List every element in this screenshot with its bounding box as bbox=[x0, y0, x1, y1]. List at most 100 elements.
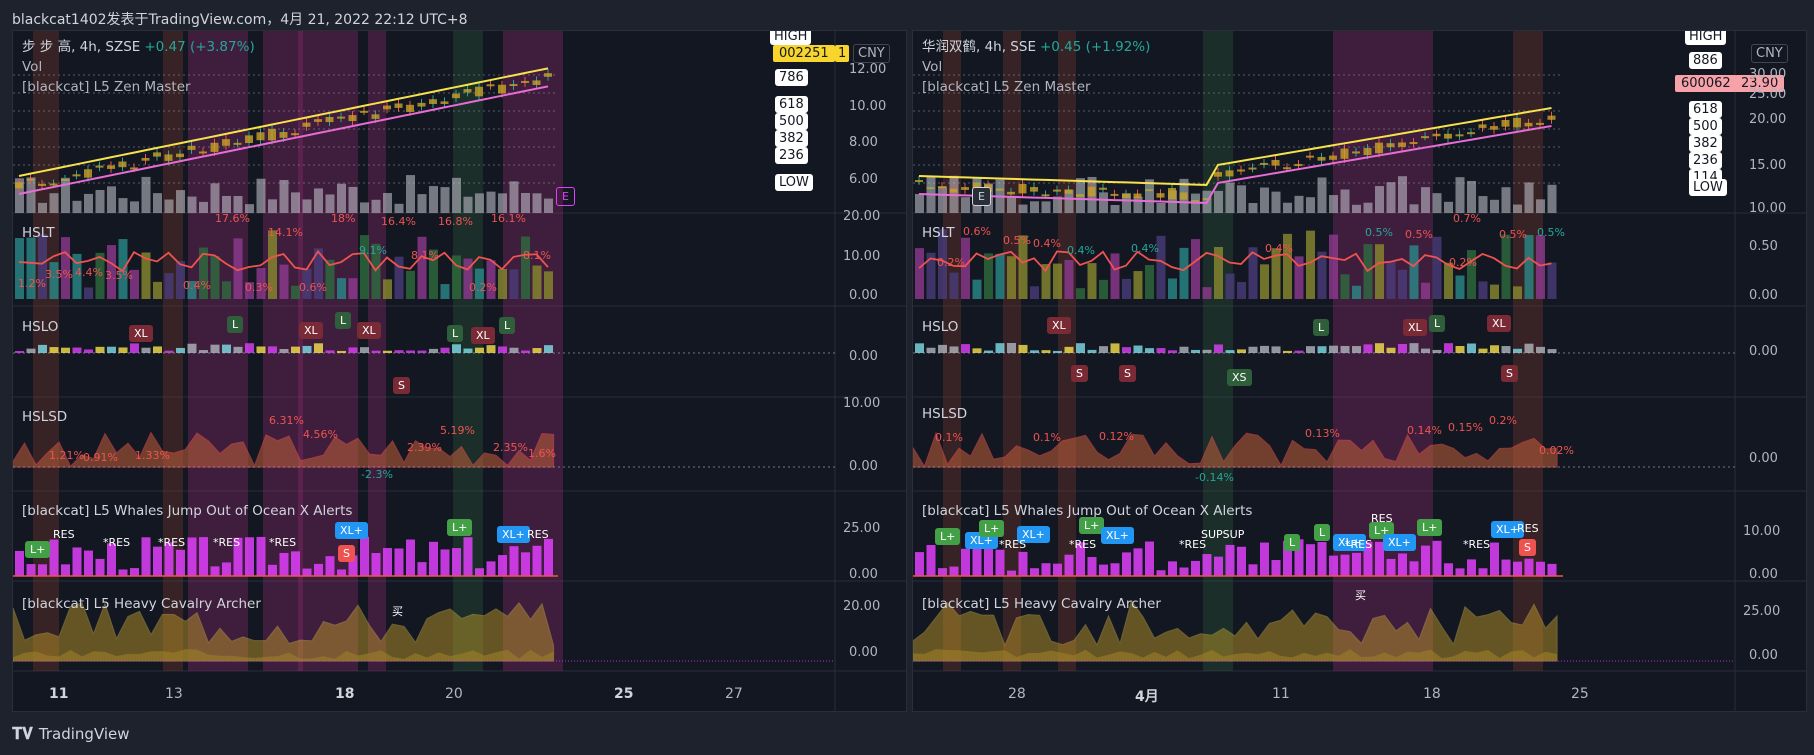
hslt-bar bbox=[1053, 263, 1062, 299]
hslo-badge: XL bbox=[357, 322, 381, 339]
whale-bar bbox=[1053, 563, 1062, 576]
hslt-bar bbox=[84, 287, 93, 299]
candle-body bbox=[1214, 172, 1222, 177]
pane-label-archer[interactable]: [blackcat] L5 Heavy Cavalry Archer bbox=[22, 596, 261, 612]
whale-bar bbox=[314, 563, 323, 576]
candle-body bbox=[926, 187, 935, 190]
volume-bar bbox=[475, 193, 484, 213]
hslt-bar bbox=[1202, 287, 1212, 299]
candle-body bbox=[72, 174, 81, 177]
hslt-bar bbox=[1076, 288, 1085, 299]
volume-bar bbox=[1156, 202, 1166, 213]
footer: 𝐓𝐕 TradingView bbox=[12, 724, 130, 744]
hslo-bar bbox=[1225, 350, 1235, 353]
pane-label-hslsd[interactable]: HSLSD bbox=[922, 406, 967, 422]
volume-bar bbox=[1421, 187, 1430, 213]
pane-label-hslt[interactable]: HSLT bbox=[922, 225, 955, 241]
candle-body bbox=[1513, 117, 1521, 128]
hslt-bar bbox=[1007, 256, 1016, 299]
hslo-bar bbox=[915, 343, 924, 353]
whale-bar bbox=[72, 547, 82, 576]
candle-body bbox=[995, 188, 1004, 191]
hslt-bar bbox=[222, 281, 231, 299]
fib-tag-382: 382 bbox=[775, 130, 808, 147]
hslo-bar bbox=[1329, 345, 1338, 353]
candle-body bbox=[452, 93, 460, 99]
currency-button[interactable]: CNY bbox=[853, 44, 890, 63]
fib-tag-500: 500 bbox=[1689, 118, 1722, 135]
pane-label-hslsd[interactable]: HSLSD bbox=[22, 409, 67, 425]
whale-bar bbox=[1340, 554, 1350, 576]
candle-body bbox=[15, 182, 23, 189]
whale-bar bbox=[1099, 564, 1108, 576]
candle-body bbox=[1260, 162, 1268, 165]
candle-body bbox=[210, 142, 219, 152]
candle-body bbox=[49, 183, 58, 186]
hslsd-label: 0.2% bbox=[1489, 414, 1517, 427]
hslt-bar bbox=[972, 279, 982, 299]
hslt-bar bbox=[521, 236, 530, 299]
whale-bar bbox=[302, 568, 312, 576]
hslsd-label: -0.14% bbox=[1195, 471, 1234, 484]
volume-bar bbox=[1386, 182, 1396, 213]
volume-bar bbox=[1237, 185, 1246, 213]
volume-bar bbox=[406, 175, 415, 213]
pane-label-hslt[interactable]: HSLT bbox=[22, 225, 55, 241]
pane-label-whales[interactable]: [blackcat] L5 Whales Jump Out of Ocean X… bbox=[22, 503, 352, 519]
whale-bar bbox=[26, 564, 36, 576]
pane-label-hslo[interactable]: HSLO bbox=[22, 319, 58, 335]
study-label[interactable]: [blackcat] L5 Zen Master bbox=[22, 77, 255, 97]
pane-label-archer[interactable]: [blackcat] L5 Heavy Cavalry Archer bbox=[922, 596, 1161, 612]
e-marker[interactable]: E bbox=[556, 187, 575, 206]
hslo-bar bbox=[1168, 350, 1177, 353]
candle-body bbox=[233, 142, 242, 145]
hslt-bar bbox=[1455, 275, 1465, 299]
hslo-bar bbox=[394, 350, 404, 353]
volume-bar bbox=[291, 192, 300, 213]
whale-bar bbox=[1064, 554, 1074, 576]
study-label[interactable]: [blackcat] L5 Zen Master bbox=[922, 77, 1150, 97]
hslo-bar bbox=[1513, 348, 1522, 353]
vol-label[interactable]: Vol bbox=[22, 57, 255, 77]
hslo-bar bbox=[429, 348, 438, 353]
hslt-bar bbox=[164, 273, 174, 299]
hslo-bar bbox=[406, 350, 415, 353]
candle-body bbox=[1053, 189, 1061, 192]
whale-bar bbox=[371, 553, 381, 576]
candle-body bbox=[440, 101, 449, 104]
candle-body bbox=[176, 153, 184, 158]
volume-bar bbox=[1501, 187, 1511, 213]
vol-label[interactable]: Vol bbox=[922, 57, 1150, 77]
hslsd-label: 0.15% bbox=[1448, 421, 1483, 434]
hslt-label: 0.4% bbox=[1033, 237, 1061, 250]
symbol-label[interactable]: 华润双鹤, 4h, SSE bbox=[922, 39, 1036, 55]
hslo-badge: XL bbox=[129, 325, 153, 342]
candle-body bbox=[141, 157, 150, 161]
candle-body bbox=[383, 105, 391, 110]
hslo-bar bbox=[118, 347, 128, 353]
x-axis-label: 11 bbox=[1272, 686, 1290, 702]
hslo-bar bbox=[1283, 350, 1292, 353]
candle-body bbox=[1099, 187, 1107, 190]
right-legend: 华润双鹤, 4h, SSE +0.45 (+1.92%) Vol [blackca… bbox=[922, 37, 1150, 97]
volume-bar bbox=[176, 190, 185, 213]
hslo-bar bbox=[49, 347, 59, 353]
e-marker[interactable]: E bbox=[972, 187, 991, 206]
whale-badge: L bbox=[1314, 524, 1331, 541]
hslo-bar bbox=[130, 343, 139, 353]
hslt-label: 4.4% bbox=[75, 266, 103, 279]
volume-bar bbox=[337, 183, 346, 213]
x-axis-label: 28 bbox=[1008, 686, 1026, 702]
price-tick: 10.00 bbox=[1749, 201, 1787, 216]
left-chart-panel[interactable]: 步 步 高, 4h, SZSE +0.47 (+3.87%) Vol [black… bbox=[12, 30, 907, 712]
volume-bar bbox=[210, 183, 220, 213]
whale-bar bbox=[383, 548, 392, 576]
symbol-label[interactable]: 步 步 高, 4h, SZSE bbox=[22, 39, 140, 55]
pane-label-hslo[interactable]: HSLO bbox=[922, 319, 958, 335]
right-chart-panel[interactable]: 华润双鹤, 4h, SSE +0.45 (+1.92%) Vol [blackca… bbox=[912, 30, 1807, 712]
whale-bar bbox=[429, 541, 438, 576]
whale-bar bbox=[1260, 542, 1269, 576]
currency-button[interactable]: CNY bbox=[1751, 44, 1788, 63]
whale-text: *RES bbox=[269, 536, 297, 549]
volume-bar bbox=[1444, 201, 1453, 213]
